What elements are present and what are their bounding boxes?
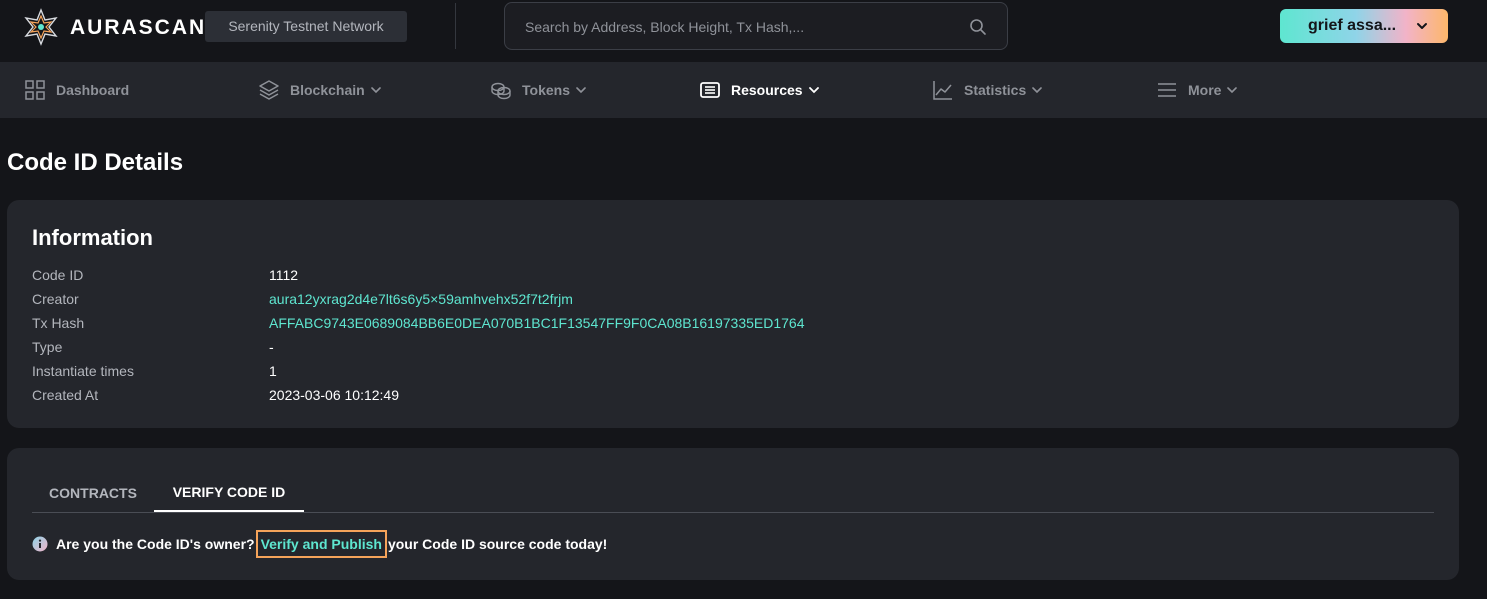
- info-row-code-id: Code ID 1112: [32, 263, 1432, 287]
- line-chart-icon: [933, 81, 952, 100]
- search-box[interactable]: [504, 2, 1008, 50]
- chevron-down-icon: [1417, 23, 1427, 29]
- top-bar: AURASCAN Serenity Testnet Network grief …: [0, 0, 1487, 62]
- info-label: Created At: [32, 387, 99, 403]
- info-row-created-at: Created At 2023-03-06 10:12:49: [32, 383, 1432, 407]
- newspaper-icon: [700, 82, 720, 98]
- nav-label: Resources: [731, 82, 803, 98]
- creator-address-link[interactable]: aura12yxrag2d4e7lt6s6y5×59amhvehx52f7t2f…: [269, 291, 573, 307]
- grid-icon: [25, 80, 45, 100]
- code-id-tabs-card: CONTRACTS VERIFY CODE ID Are you the Cod…: [7, 448, 1459, 580]
- nav-item-resources[interactable]: Resources: [699, 62, 819, 118]
- info-row-type: Type -: [32, 335, 1432, 359]
- page-title: Code ID Details: [7, 149, 184, 176]
- coins-icon: [491, 82, 511, 100]
- main-nav: Dashboard Blockchain Tokens Resources St…: [0, 62, 1487, 118]
- wallet-label: grief assa...: [1308, 17, 1397, 34]
- info-value: 2023-03-06 10:12:49: [269, 387, 399, 403]
- verify-message: Are you the Code ID's owner? Verify and …: [32, 530, 608, 558]
- tab-contracts[interactable]: CONTRACTS: [32, 474, 154, 512]
- info-label: Creator: [32, 291, 79, 307]
- info-value: 1112: [269, 267, 299, 283]
- info-icon: [32, 536, 48, 552]
- information-title: Information: [32, 225, 153, 250]
- info-value: -: [269, 339, 274, 355]
- nav-label: Blockchain: [290, 82, 365, 98]
- verify-prefix: Are you the Code ID's owner?: [56, 536, 255, 552]
- info-label: Instantiate times: [32, 363, 134, 379]
- chevron-down-icon: [808, 87, 819, 94]
- info-label: Tx Hash: [32, 315, 85, 331]
- search-input[interactable]: [525, 17, 955, 37]
- wallet-button[interactable]: grief assa...: [1280, 9, 1448, 43]
- tab-verify-code-id[interactable]: VERIFY CODE ID: [154, 474, 304, 512]
- tx-hash-link[interactable]: AFFABC9743E0689084BB6E0DEA070B1BC1F13547…: [269, 315, 804, 331]
- chevron-down-icon: [370, 87, 381, 94]
- network-badge: Serenity Testnet Network: [205, 11, 407, 42]
- nav-label: Dashboard: [56, 82, 130, 98]
- info-row-tx-hash: Tx Hash AFFABC9743E0689084BB6E0DEA070B1B…: [32, 311, 1432, 335]
- nav-item-more[interactable]: More: [1156, 62, 1238, 118]
- aurascan-logo-icon[interactable]: [22, 8, 60, 46]
- nav-label: Tokens: [522, 82, 570, 98]
- nav-item-blockchain[interactable]: Blockchain: [258, 62, 381, 118]
- nav-label: More: [1188, 82, 1222, 98]
- chevron-down-icon: [576, 87, 586, 94]
- verify-suffix: your Code ID source code today!: [387, 536, 608, 552]
- nav-item-statistics[interactable]: Statistics: [932, 62, 1043, 118]
- search-icon[interactable]: [969, 18, 987, 36]
- info-row-creator: Creator aura12yxrag2d4e7lt6s6y5×59amhveh…: [32, 287, 1432, 311]
- info-value: 1: [269, 363, 277, 379]
- nav-item-tokens[interactable]: Tokens: [490, 62, 586, 118]
- info-label: Type: [32, 339, 63, 355]
- nav-item-dashboard[interactable]: Dashboard: [24, 62, 129, 118]
- layers-icon: [259, 80, 279, 100]
- tab-divider: [32, 512, 1434, 513]
- chevron-down-icon: [1227, 87, 1238, 94]
- info-row-instantiate-times: Instantiate times 1: [32, 359, 1432, 383]
- nav-label: Statistics: [964, 82, 1027, 98]
- brand-name[interactable]: AURASCAN: [70, 16, 206, 40]
- info-label: Code ID: [32, 267, 84, 283]
- menu-icon: [1158, 83, 1176, 97]
- information-card: Information Code ID 1112 Creator aura12y…: [7, 200, 1459, 428]
- verify-and-publish-link[interactable]: Verify and Publish: [255, 530, 387, 558]
- chevron-down-icon: [1032, 87, 1043, 94]
- header-divider: [455, 3, 456, 49]
